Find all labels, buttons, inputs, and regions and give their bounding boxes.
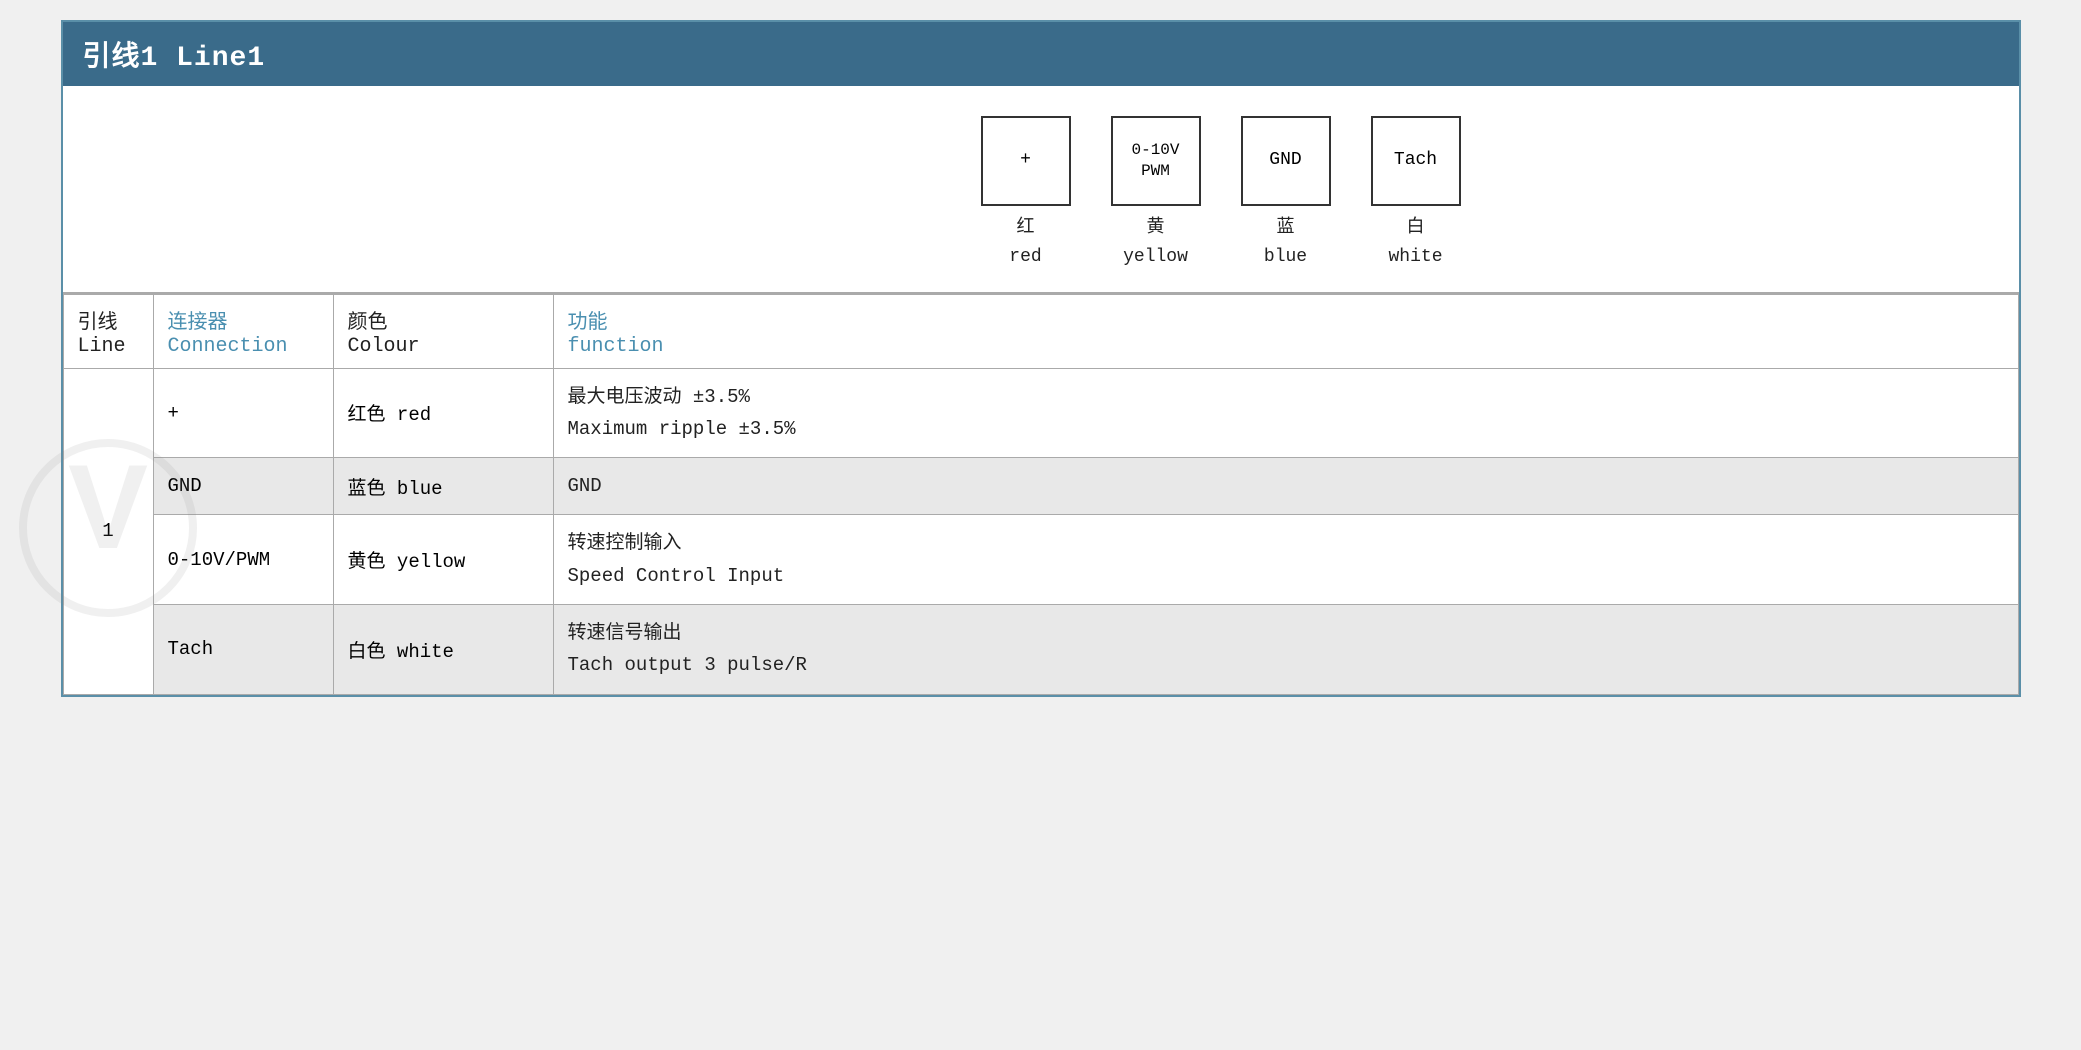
connector-label-gnd: 蓝blue bbox=[1264, 214, 1307, 272]
connector-label-pwm: 黄yellow bbox=[1123, 214, 1188, 272]
connector-box-pwm: 0-10VPWM bbox=[1111, 116, 1201, 206]
conn-pwm: 0-10V/PWM bbox=[153, 515, 333, 605]
func-tach: 转速信号输出 Tach output 3 pulse/R bbox=[553, 605, 2018, 695]
connector-box-gnd: GND bbox=[1241, 116, 1331, 206]
page-title: 引线1 Line1 bbox=[83, 43, 266, 74]
connector-label-plus: 红red bbox=[1009, 214, 1041, 272]
header-line: 引线 Line bbox=[63, 294, 153, 368]
conn-gnd: GND bbox=[153, 458, 333, 515]
connector-pwm: 0-10VPWM 黄yellow bbox=[1111, 116, 1201, 272]
connector-box-tach: Tach bbox=[1371, 116, 1461, 206]
connector-label-tach: 白white bbox=[1388, 214, 1442, 272]
func-speed: 转速控制输入 Speed Control Input bbox=[553, 515, 2018, 605]
connector-gnd: GND 蓝blue bbox=[1241, 116, 1331, 272]
header-colour: 颜色 Colour bbox=[333, 294, 553, 368]
color-red: 红色 red bbox=[333, 368, 553, 458]
table-section: 引线 Line 连接器 Connection 颜色 Colour 功能 func… bbox=[63, 294, 2019, 695]
color-blue: 蓝色 blue bbox=[333, 458, 553, 515]
func-gnd: GND bbox=[553, 458, 2018, 515]
header-connection: 连接器 Connection bbox=[153, 294, 333, 368]
connector-tach: Tach 白white bbox=[1371, 116, 1461, 272]
connector-diagram: + 红red 0-10VPWM 黄yellow GND 蓝blue Tach bbox=[83, 116, 1999, 272]
color-yellow: 黄色 yellow bbox=[333, 515, 553, 605]
func-ripple: 最大电压波动 ±3.5% Maximum ripple ±3.5% bbox=[553, 368, 2018, 458]
conn-plus: + bbox=[153, 368, 333, 458]
header-function: 功能 function bbox=[553, 294, 2018, 368]
table-row-gnd: GND 蓝色 blue GND bbox=[63, 458, 2018, 515]
color-white: 白色 white bbox=[333, 605, 553, 695]
table-header-row: 引线 Line 连接器 Connection 颜色 Colour 功能 func… bbox=[63, 294, 2018, 368]
svg-text:V: V bbox=[68, 440, 148, 574]
main-table: 引线 Line 连接器 Connection 颜色 Colour 功能 func… bbox=[63, 294, 2019, 695]
table-row-tach: Tach 白色 white 转速信号输出 Tach output 3 pulse… bbox=[63, 605, 2018, 695]
title-bar: 引线1 Line1 bbox=[63, 22, 2019, 86]
connector-plus: + 红red bbox=[981, 116, 1071, 272]
table-row-pwm: 0-10V/PWM 黄色 yellow 转速控制输入 Speed Control… bbox=[63, 515, 2018, 605]
main-container: 引线1 Line1 + 红red 0-10VPWM 黄yellow GND 蓝b… bbox=[61, 20, 2021, 697]
conn-tach: Tach bbox=[153, 605, 333, 695]
diagram-section: + 红red 0-10VPWM 黄yellow GND 蓝blue Tach bbox=[63, 86, 2019, 294]
connector-box-plus: + bbox=[981, 116, 1071, 206]
line-number-1: 1 V bbox=[63, 368, 153, 694]
table-row-plus: 1 V + 红色 red 最大电压波动 bbox=[63, 368, 2018, 458]
